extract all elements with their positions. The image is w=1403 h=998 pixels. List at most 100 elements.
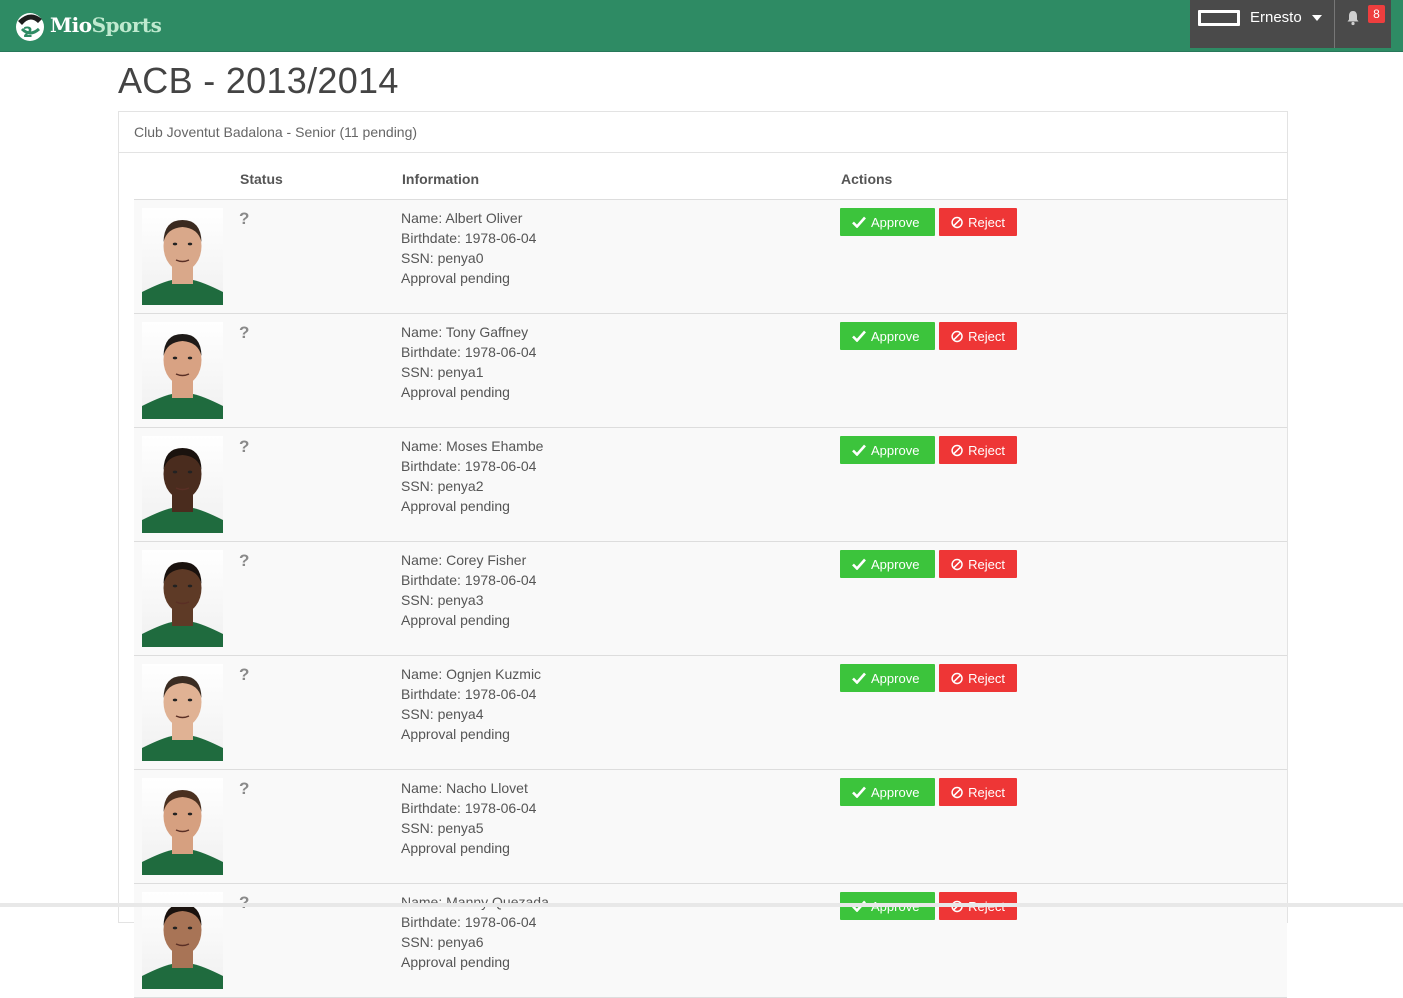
row-actions: Approve Reject <box>840 436 1017 464</box>
table-header: Status Information Actions <box>134 154 1287 200</box>
user-avatar-icon <box>1198 10 1240 26</box>
player-portrait-image <box>142 562 223 647</box>
approve-label: Approve <box>871 784 920 800</box>
player-info: Name: Moses Ehambe Birthdate: 1978-06-04… <box>401 436 543 516</box>
status-pending-icon: ? <box>239 665 250 684</box>
notifications-button[interactable]: 8 <box>1335 0 1391 48</box>
player-approval-state: Approval pending <box>401 726 510 742</box>
player-photo <box>142 550 223 647</box>
table-row: ? Name: Manny Quezada Birthdate: 1978-06… <box>134 884 1287 998</box>
status-pending-icon: ? <box>239 779 250 798</box>
reject-label: Reject <box>968 556 1005 572</box>
player-ssn: SSN: penya2 <box>401 478 484 494</box>
row-actions: Approve Reject <box>840 664 1017 692</box>
player-birthdate: Birthdate: 1978-06-04 <box>401 914 537 930</box>
row-actions: Approve Reject <box>840 322 1017 350</box>
approve-button[interactable]: Approve <box>840 778 935 806</box>
approve-button[interactable]: Approve <box>840 664 935 692</box>
reject-button[interactable]: Reject <box>939 208 1017 236</box>
top-navbar: 2 MioSports Ernesto 8 <box>0 0 1403 52</box>
player-name: Name: Corey Fisher <box>401 552 527 568</box>
player-birthdate: Birthdate: 1978-06-04 <box>401 800 537 816</box>
player-name: Name: Nacho Llovet <box>401 780 528 796</box>
player-ssn: SSN: penya6 <box>401 934 484 950</box>
brand-name-prefix: Mio <box>50 13 92 37</box>
approve-label: Approve <box>871 670 920 686</box>
table-row: ? Name: Tony Gaffney Birthdate: 1978-06-… <box>134 314 1287 428</box>
header-information: Information <box>402 171 479 187</box>
reject-button[interactable]: Reject <box>939 550 1017 578</box>
player-ssn: SSN: penya3 <box>401 592 484 608</box>
table-row: ? Name: Nacho Llovet Birthdate: 1978-06-… <box>134 770 1287 884</box>
reject-label: Reject <box>968 670 1005 686</box>
player-approval-state: Approval pending <box>401 270 510 286</box>
player-name: Name: Manny Quezada <box>401 894 549 910</box>
player-birthdate: Birthdate: 1978-06-04 <box>401 686 537 702</box>
player-approval-state: Approval pending <box>401 954 510 970</box>
bell-icon <box>1347 11 1359 26</box>
table-body: ? Name: Albert Oliver Birthdate: 1978-06… <box>134 200 1287 998</box>
reject-button[interactable]: Reject <box>939 664 1017 692</box>
player-approval-state: Approval pending <box>401 840 510 856</box>
brand-logo-link[interactable]: 2 MioSports <box>12 5 162 45</box>
notification-count-badge: 8 <box>1368 5 1385 23</box>
reject-button[interactable]: Reject <box>939 322 1017 350</box>
player-ssn: SSN: penya1 <box>401 364 484 380</box>
status-pending-icon: ? <box>239 437 250 456</box>
player-portrait-image <box>142 448 223 533</box>
player-portrait-image <box>142 676 223 761</box>
horizontal-scrollbar[interactable] <box>0 903 1403 907</box>
player-ssn: SSN: penya5 <box>401 820 484 836</box>
brand-name: MioSports <box>50 13 162 37</box>
player-photo <box>142 208 223 305</box>
player-photo <box>142 778 223 875</box>
approve-button[interactable]: Approve <box>840 208 935 236</box>
check-icon <box>852 786 866 798</box>
table-row: ? Name: Corey Fisher Birthdate: 1978-06-… <box>134 542 1287 656</box>
svg-text:2: 2 <box>23 25 33 41</box>
reject-label: Reject <box>968 328 1005 344</box>
check-icon <box>852 444 866 456</box>
player-name: Name: Moses Ehambe <box>401 438 544 454</box>
check-icon <box>852 216 866 228</box>
ban-icon <box>951 330 963 342</box>
check-icon <box>852 672 866 684</box>
row-actions: Approve Reject <box>840 778 1017 806</box>
approve-button[interactable]: Approve <box>840 436 935 464</box>
approve-label: Approve <box>871 214 920 230</box>
user-name: Ernesto <box>1250 9 1302 26</box>
table-row: ? Name: Moses Ehambe Birthdate: 1978-06-… <box>134 428 1287 542</box>
player-approval-state: Approval pending <box>401 498 510 514</box>
player-info: Name: Corey Fisher Birthdate: 1978-06-04… <box>401 550 536 630</box>
approve-button[interactable]: Approve <box>840 550 935 578</box>
chevron-down-icon <box>1312 15 1322 21</box>
player-info: Name: Ognjen Kuzmic Birthdate: 1978-06-0… <box>401 664 541 744</box>
player-birthdate: Birthdate: 1978-06-04 <box>401 230 537 246</box>
status-pending-icon: ? <box>239 551 250 570</box>
check-icon <box>852 558 866 570</box>
player-portrait-image <box>142 790 223 875</box>
reject-button[interactable]: Reject <box>939 436 1017 464</box>
player-birthdate: Birthdate: 1978-06-04 <box>401 458 537 474</box>
reject-label: Reject <box>968 784 1005 800</box>
ban-icon <box>951 672 963 684</box>
miosports-logo-icon: 2 <box>16 13 44 41</box>
ban-icon <box>951 216 963 228</box>
ban-icon <box>951 558 963 570</box>
table-row: ? Name: Ognjen Kuzmic Birthdate: 1978-06… <box>134 656 1287 770</box>
approve-button[interactable]: Approve <box>840 322 935 350</box>
user-menu-dropdown[interactable]: Ernesto <box>1190 0 1334 48</box>
player-name: Name: Tony Gaffney <box>401 324 529 340</box>
player-ssn: SSN: penya0 <box>401 250 484 266</box>
header-status: Status <box>240 171 283 187</box>
player-name: Name: Albert Oliver <box>401 210 523 226</box>
player-info: Name: Nacho Llovet Birthdate: 1978-06-04… <box>401 778 536 858</box>
player-approval-state: Approval pending <box>401 612 510 628</box>
player-name: Name: Ognjen Kuzmic <box>401 666 542 682</box>
player-portrait-image <box>142 220 223 305</box>
status-pending-icon: ? <box>239 209 250 228</box>
header-actions: Actions <box>841 171 893 187</box>
reject-button[interactable]: Reject <box>939 778 1017 806</box>
player-approval-state: Approval pending <box>401 384 510 400</box>
player-photo <box>142 664 223 761</box>
